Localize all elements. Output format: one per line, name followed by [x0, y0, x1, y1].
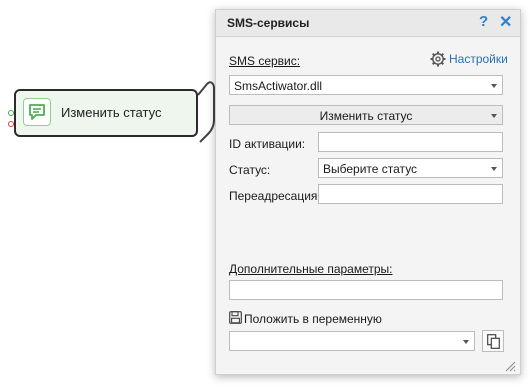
- extra-params-label: Дополнительные параметры:: [229, 262, 393, 276]
- extra-params-input[interactable]: [229, 280, 503, 300]
- chevron-down-icon: [491, 84, 497, 88]
- panel-titlebar[interactable]: SMS-сервисы ? ✕: [216, 10, 520, 37]
- forward-label: Переадресация:: [229, 189, 321, 203]
- sms-service-label: SMS сервис:: [229, 54, 301, 68]
- activation-id-label: ID активации:: [229, 137, 306, 151]
- chevron-down-icon: [463, 340, 469, 344]
- chevron-down-icon: [491, 114, 497, 118]
- panel-title: SMS-сервисы: [227, 16, 310, 30]
- gear-icon: [430, 51, 446, 67]
- copy-button[interactable]: [482, 330, 504, 352]
- action-value: Изменить статус: [319, 109, 413, 123]
- forward-input[interactable]: [318, 184, 503, 204]
- canvas[interactable]: Изменить статус SMS-сервисы ? ✕ SMS серв…: [0, 0, 530, 390]
- status-select[interactable]: Выберите статус: [318, 158, 503, 178]
- variable-select[interactable]: [229, 331, 475, 351]
- settings-label: Настройки: [449, 52, 508, 66]
- floppy-disk-icon: [229, 311, 242, 324]
- close-icon[interactable]: ✕: [499, 12, 512, 32]
- node-label: Изменить статус: [61, 105, 162, 120]
- input-port[interactable]: [8, 110, 14, 116]
- properties-panel: SMS-сервисы ? ✕ SMS сервис: Настройки Sm…: [215, 9, 521, 375]
- sms-service-select[interactable]: SmsActiwator.dll: [229, 75, 503, 95]
- question-icon[interactable]: ?: [479, 13, 488, 30]
- sms-service-value: SmsActiwator.dll: [234, 79, 323, 93]
- action-select[interactable]: Изменить статус: [229, 105, 503, 125]
- resize-grip-icon[interactable]: [504, 360, 516, 372]
- activation-id-input[interactable]: [318, 132, 503, 152]
- copy-icon: [487, 334, 500, 349]
- status-label: Статус:: [229, 163, 271, 177]
- chevron-down-icon: [491, 167, 497, 171]
- chat-message-icon: [23, 98, 51, 126]
- save-to-var-label: Положить в переменную: [244, 312, 382, 326]
- action-node[interactable]: Изменить статус: [14, 89, 198, 137]
- error-port[interactable]: [8, 121, 14, 127]
- status-value: Выберите статус: [323, 162, 418, 176]
